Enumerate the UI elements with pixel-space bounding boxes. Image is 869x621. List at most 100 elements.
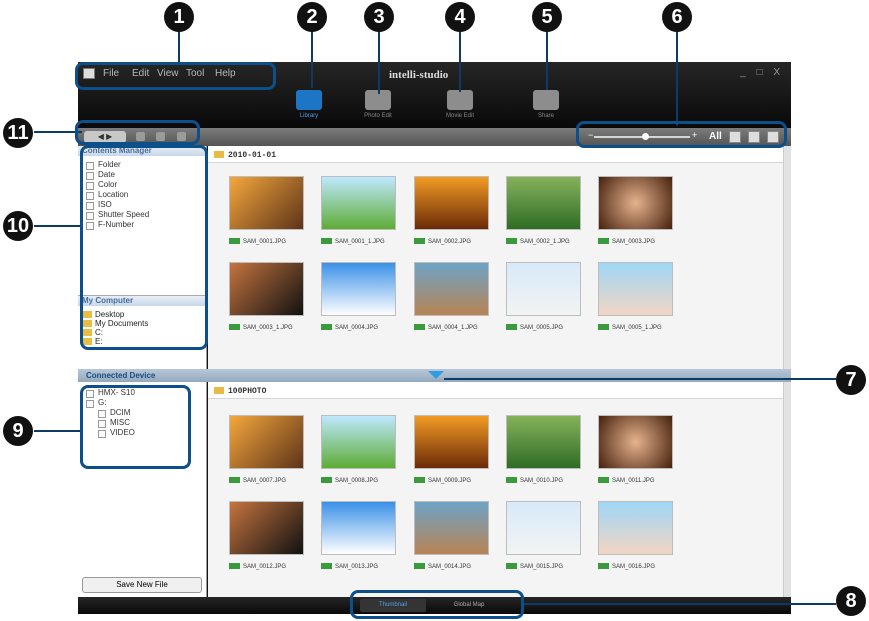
file-caption-4: SAM_0002_1.JPG (506, 238, 594, 247)
device-caption-1: SAM_0007.JPG (229, 477, 317, 486)
device-caption-3: SAM_0009.JPG (414, 477, 502, 486)
computer-item-c[interactable]: C: (82, 328, 207, 337)
tree-folder[interactable]: Folder (86, 160, 206, 170)
tree-iso[interactable]: ISO (86, 200, 206, 210)
file-caption-1: SAM_0001.JPG (229, 238, 317, 247)
device-thumbnail-4[interactable] (506, 415, 581, 469)
thumbnail-tab[interactable]: Thumbnail (360, 599, 426, 612)
callout-6: 6 (662, 2, 692, 32)
device-caption-5: SAM_0011.JPG (598, 477, 686, 486)
thumbnail-6[interactable] (229, 262, 304, 316)
device-thumbnail-10[interactable] (598, 501, 673, 555)
thumbnail-1[interactable] (229, 176, 304, 230)
leader-line-9 (34, 430, 82, 432)
toolbar-copy-icon[interactable] (156, 132, 165, 141)
tree-f-number[interactable]: F-Number (86, 220, 206, 230)
tree-color[interactable]: Color (86, 180, 206, 190)
back-forward-buttons[interactable]: ◀ ▶ (84, 131, 126, 143)
zoom-minus-label[interactable]: − (588, 130, 593, 140)
file-caption-9: SAM_0005.JPG (506, 324, 594, 333)
file-caption-3: SAM_0002.JPG (414, 238, 502, 247)
save-new-file-button[interactable]: Save New File (82, 577, 202, 593)
device-drive-g[interactable]: G: (86, 398, 206, 408)
thumbnail-9[interactable] (506, 262, 581, 316)
global-map-tab[interactable]: Global Map (436, 599, 502, 612)
callout-1: 1 (164, 2, 194, 32)
share-mode-button[interactable]: Share (517, 90, 575, 123)
slider-knob[interactable] (642, 133, 649, 140)
device-thumbnail-2[interactable] (321, 415, 396, 469)
folder-icon (82, 311, 92, 318)
toolbar-delete-icon[interactable] (177, 132, 186, 141)
thumbnail-2[interactable] (321, 176, 396, 230)
thumbnail-5[interactable] (598, 176, 673, 230)
leader-line-7 (444, 378, 836, 380)
computer-item-e[interactable]: E: (82, 337, 207, 346)
menu-file[interactable]: File (103, 68, 119, 79)
leader-line-8 (521, 603, 836, 605)
window-controls[interactable]: _ □ X (740, 67, 784, 78)
thumbnail-3[interactable] (414, 176, 489, 230)
device-folder-video[interactable]: VIDEO (98, 428, 206, 438)
device-thumbnail-5[interactable] (598, 415, 673, 469)
device-caption-9: SAM_0015.JPG (506, 563, 594, 572)
zoom-plus-label[interactable]: + (692, 130, 697, 140)
thumbnail-7[interactable] (321, 262, 396, 316)
device-thumbnail-1[interactable] (229, 415, 304, 469)
tree-shutter-speed[interactable]: Shutter Speed (86, 210, 206, 220)
movie-edit-mode-button[interactable]: Movie Edit (431, 90, 489, 123)
device-thumbnail-6[interactable] (229, 501, 304, 555)
leader-line-10 (34, 225, 82, 227)
bottom-view-tabs: Thumbnail Global Map (78, 597, 791, 614)
library-label: Library (299, 113, 319, 119)
device-thumbnail-9[interactable] (506, 501, 581, 555)
thumbnail-4[interactable] (506, 176, 581, 230)
thumbnail-10[interactable] (598, 262, 673, 316)
file-caption-2: SAM_0001_1.JPG (321, 238, 409, 247)
movie-edit-label: Movie Edit (445, 113, 474, 119)
device-caption-6: SAM_0012.JPG (229, 563, 317, 572)
file-caption-8: SAM_0004_1.JPG (414, 324, 502, 333)
menu-help[interactable]: Help (215, 68, 236, 79)
device-folder-misc[interactable]: MISC (98, 418, 206, 428)
menu-tool[interactable]: Tool (186, 68, 204, 79)
drive-icon (82, 329, 92, 336)
library-mode-button[interactable]: Library (280, 90, 338, 123)
leader-line-6 (676, 30, 678, 126)
menu-edit[interactable]: Edit (132, 68, 149, 79)
leader-line-5 (546, 30, 548, 90)
computer-item-desktop[interactable]: Desktop (82, 310, 207, 319)
my-computer-section: My Computer Desktop My Documents C: E: (78, 295, 207, 365)
callout-11: 11 (3, 118, 33, 148)
device-camera[interactable]: HMX- S10 (86, 388, 206, 398)
menu-view[interactable]: View (157, 68, 179, 79)
callout-10: 10 (3, 211, 33, 241)
photo-edit-mode-button[interactable]: Photo Edit (349, 90, 407, 123)
callout-5: 5 (532, 2, 562, 32)
toolbar-rotate-icon[interactable] (136, 132, 145, 141)
device-caption-10: SAM_0016.JPG (598, 563, 686, 572)
tree-date[interactable]: Date (86, 170, 206, 180)
tree-location[interactable]: Location (86, 190, 206, 200)
leader-line-3 (378, 30, 380, 94)
file-caption-10: SAM_0005_1.JPG (598, 324, 686, 333)
grid-view-icon[interactable] (729, 131, 741, 143)
app-title: intelli-studio (389, 69, 449, 81)
device-scrollbar[interactable] (783, 382, 791, 597)
contents-manager-panel: Contents Manager Folder Date Color Locat… (78, 146, 207, 369)
device-folder-dcim[interactable]: DCIM (98, 408, 206, 418)
view-all-button[interactable]: All (709, 131, 722, 142)
library-content: 2010-01-01 SAM_0001.JPG SAM_0001_1.JPG S… (208, 146, 791, 369)
thumbnail-8[interactable] (414, 262, 489, 316)
detail-view-icon[interactable] (748, 131, 760, 143)
callout-3: 3 (364, 2, 394, 32)
library-scrollbar[interactable] (783, 146, 791, 369)
leader-line-4 (459, 30, 461, 92)
device-thumbnail-7[interactable] (321, 501, 396, 555)
device-thumbnail-8[interactable] (414, 501, 489, 555)
microphone-icon[interactable] (767, 131, 779, 143)
panel-splitter-arrow-icon[interactable] (428, 371, 444, 379)
computer-item-documents[interactable]: My Documents (82, 319, 207, 328)
device-thumbnail-3[interactable] (414, 415, 489, 469)
thumbnail-size-slider[interactable] (594, 133, 690, 140)
